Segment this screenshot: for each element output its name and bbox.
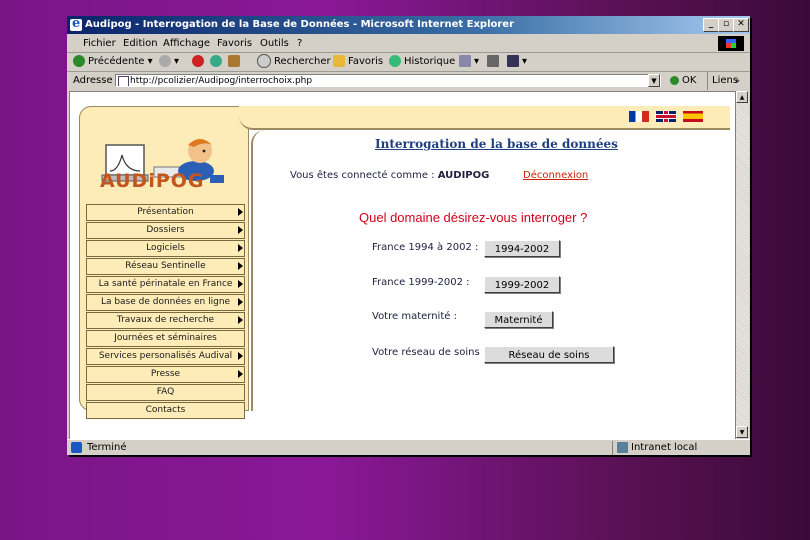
page-title: Interrogation de la base de données [375,137,618,151]
row-label-france-1999: France 1999-2002 : [372,277,470,288]
nav-item-faq[interactable]: FAQ [86,384,245,401]
browser-window: Audipog - Interrogation de la Base de Do… [67,15,750,456]
refresh-button[interactable] [210,53,225,71]
toolbar: Précédente ▾ ▾ Rechercher Favoris Histor… [67,53,750,72]
search-button[interactable]: Rechercher [257,53,331,71]
page-icon [118,76,129,86]
button-1999-2002[interactable]: 1999-2002 [484,276,560,293]
links-chevron-icon[interactable]: » [735,72,740,90]
nav-item-contacts[interactable]: Contacts [86,402,245,419]
nav-item-logiciels[interactable]: Logiciels [86,240,245,257]
row-label-maternite: Votre maternité : [372,311,457,322]
content-panel [239,106,732,411]
uk-flag-icon[interactable] [656,111,676,122]
menu-edition[interactable]: Edition [123,35,158,52]
page-done-icon [71,442,82,453]
connected-label: Vous êtes connecté comme : [290,170,435,181]
spanish-flag-icon[interactable] [683,111,703,122]
scroll-up-button[interactable]: ▲ [736,91,748,103]
nav-item-reseau-sentinelle[interactable]: Réseau Sentinelle [86,258,245,275]
menu-help[interactable]: ? [297,35,302,52]
vertical-scrollbar[interactable]: ▲ ▼ [735,91,749,438]
menu-bar: Fichier Edition Affichage Favoris Outils… [67,35,750,53]
intranet-icon [617,442,628,453]
minimize-button[interactable]: _ [703,18,719,32]
mail-icon [459,55,471,67]
row-label-reseau: Votre réseau de soins : [372,347,487,358]
history-button[interactable]: Historique [389,53,455,71]
menu-fichier[interactable]: Fichier [83,35,116,52]
back-button[interactable]: Précédente ▾ [73,53,153,71]
zone-text: Intranet local [631,442,698,453]
history-icon [389,55,401,67]
favorites-icon [333,55,345,67]
stop-button[interactable] [192,53,207,71]
page-frame: AUDiPOG Présentation Dossiers Logiciels … [79,106,732,419]
button-1994-2002[interactable]: 1994-2002 [484,240,560,257]
connection-status: Vous êtes connecté comme : AUDIPOG [290,170,489,181]
refresh-icon [210,55,222,67]
go-button[interactable]: OK [670,72,696,90]
menu-outils[interactable]: Outils [260,35,289,52]
address-input[interactable]: http://pcolizier/Audipog/interrochoix.ph… [115,74,661,87]
stop-icon [192,55,204,67]
status-text: Terminé [87,442,127,453]
nav-item-dossiers[interactable]: Dossiers [86,222,245,239]
connected-user: AUDIPOG [437,170,490,181]
forward-button[interactable]: ▾ [159,53,179,71]
address-label: Adresse [73,75,113,86]
maximize-button[interactable]: ▫ [718,18,734,32]
nav-item-presentation[interactable]: Présentation [86,204,245,221]
mail-button[interactable]: ▾ [459,53,479,71]
nav-item-sante-perinatale[interactable]: La santé périnatale en France [86,276,245,293]
home-icon [228,55,240,67]
address-url: http://pcolizier/Audipog/interrochoix.ph… [130,76,313,86]
window-title: Audipog - Interrogation de la Base de Do… [85,19,515,30]
row-label-france-1994: France 1994 à 2002 : [372,242,479,253]
menu-affichage[interactable]: Affichage [163,35,210,52]
print-icon [487,55,499,67]
top-banner [239,106,730,130]
side-navigation: Présentation Dossiers Logiciels Réseau S… [86,203,245,419]
close-button[interactable]: ✕ [733,18,749,32]
status-bar: Terminé Intranet local [67,439,750,456]
menu-favoris[interactable]: Favoris [217,35,252,52]
forward-arrow-icon [159,55,171,67]
go-arrow-icon [670,75,679,85]
print-button[interactable] [487,53,502,71]
ie-icon [70,15,82,33]
nav-item-services-audival[interactable]: Services personalisés Audival [86,348,245,365]
address-dropdown[interactable]: ▼ [648,74,660,87]
nav-item-base-de-donnees[interactable]: La base de données en ligne [86,294,245,311]
title-bar[interactable]: Audipog - Interrogation de la Base de Do… [67,15,750,34]
links-button[interactable]: Liens [707,72,738,90]
nav-item-journees-seminaires[interactable]: Journées et séminaires [86,330,245,347]
edit-button[interactable]: ▾ [507,53,527,71]
windows-logo-icon [718,36,744,51]
status-divider [612,441,613,455]
favorites-button[interactable]: Favoris [333,53,383,71]
nav-item-travaux-recherche[interactable]: Travaux de recherche [86,312,245,329]
nav-item-presse[interactable]: Presse [86,366,245,383]
button-maternite[interactable]: Maternité [484,311,553,328]
logo-text: AUDiPOG [100,170,205,192]
address-bar: Adresse http://pcolizier/Audipog/interro… [67,72,750,90]
logout-link[interactable]: Déconnexion [523,170,588,181]
back-arrow-icon [73,55,85,67]
domain-question: Quel domaine désirez-vous interroger ? [359,210,588,225]
french-flag-icon[interactable] [629,111,649,122]
home-button[interactable] [228,53,243,71]
scroll-down-button[interactable]: ▼ [736,426,748,438]
page-viewport: AUDiPOG Présentation Dossiers Logiciels … [69,91,736,440]
edit-icon [507,55,519,67]
button-reseau-de-soins[interactable]: Réseau de soins [484,346,614,363]
search-icon [257,54,271,68]
left-panel: AUDiPOG Présentation Dossiers Logiciels … [79,106,249,419]
